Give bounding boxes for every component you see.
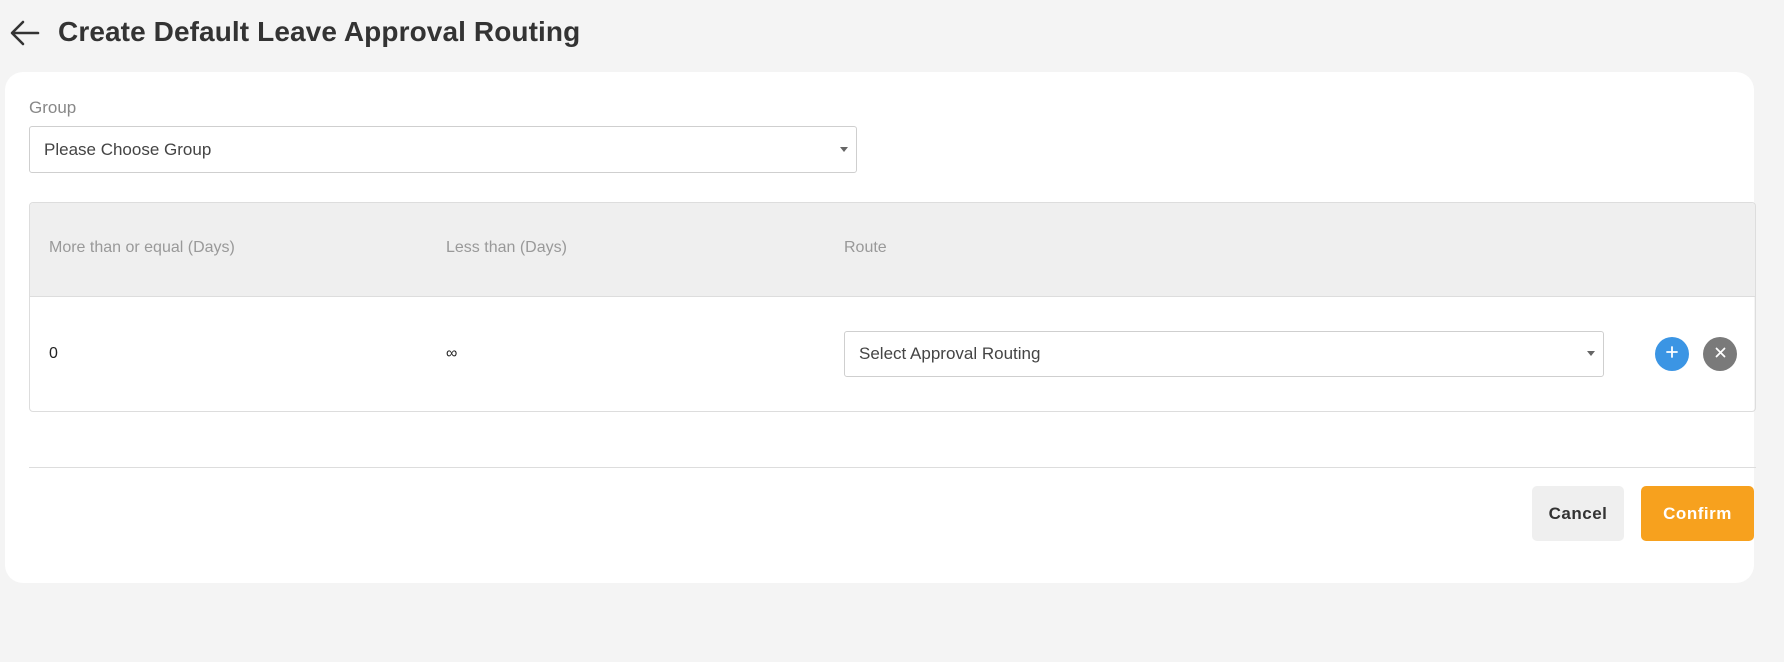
column-header-less-than: Less than (Days) bbox=[446, 239, 567, 256]
column-header-route: Route bbox=[844, 239, 887, 256]
close-icon bbox=[1715, 345, 1726, 363]
add-row-button[interactable] bbox=[1655, 337, 1689, 371]
arrow-left-icon bbox=[10, 20, 40, 51]
table-header: More than or equal (Days) Less than (Day… bbox=[30, 203, 1755, 297]
confirm-button[interactable]: Confirm bbox=[1641, 486, 1754, 541]
route-select-value: Select Approval Routing bbox=[859, 344, 1041, 363]
column-header-more-than-or-equal: More than or equal (Days) bbox=[49, 239, 235, 256]
back-button[interactable] bbox=[8, 18, 42, 52]
routing-table: More than or equal (Days) Less than (Day… bbox=[29, 202, 1756, 412]
group-select-value: Please Choose Group bbox=[44, 139, 212, 159]
group-select[interactable]: Please Choose Group bbox=[29, 126, 857, 173]
caret-down-icon bbox=[1587, 351, 1595, 356]
group-label: Group bbox=[29, 98, 77, 117]
caret-down-icon bbox=[840, 146, 848, 152]
footer-divider bbox=[29, 467, 1756, 468]
table-row: 0 ∞ Select Approval Routing bbox=[30, 297, 1755, 411]
page-header: Create Default Leave Approval Routing bbox=[0, 0, 1784, 70]
plus-icon bbox=[1666, 345, 1678, 363]
remove-row-button[interactable] bbox=[1703, 337, 1737, 371]
cancel-button[interactable]: Cancel bbox=[1532, 486, 1624, 541]
less-than-value: ∞ bbox=[446, 345, 458, 362]
form-card: Group Please Choose Group More than or e… bbox=[5, 72, 1756, 583]
more-than-or-equal-value: 0 bbox=[49, 345, 58, 362]
page-title: Create Default Leave Approval Routing bbox=[58, 16, 581, 47]
route-select[interactable]: Select Approval Routing bbox=[844, 331, 1604, 377]
